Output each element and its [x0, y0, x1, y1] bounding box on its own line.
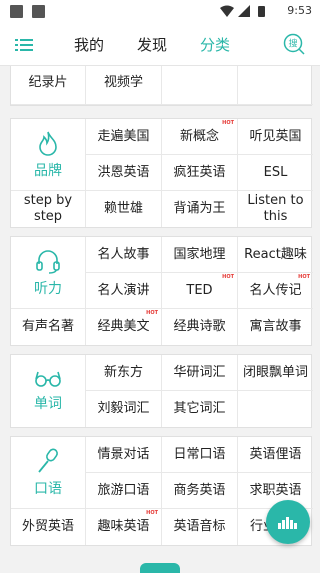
item-phonetics[interactable]: 英语音标 — [162, 509, 238, 545]
menu-icon[interactable] — [15, 37, 33, 53]
item-classic-prose[interactable]: 经典美文 HOT — [86, 309, 162, 345]
item-hear-britain[interactable]: 听见英国 — [238, 119, 313, 155]
notification-icon-2 — [32, 5, 45, 18]
microphone-icon — [38, 448, 58, 473]
item-biographies[interactable]: 名人传记 HOT — [238, 273, 313, 309]
wifi-icon — [220, 5, 234, 17]
item-empty — [162, 66, 238, 105]
item-liu-yi-vocab[interactable]: 刘毅词汇 — [86, 391, 162, 427]
tab-category[interactable]: 分类 — [200, 34, 230, 55]
item-esl[interactable]: ESL — [238, 155, 313, 191]
item-situational-dialogue[interactable]: 情景对话 — [86, 437, 162, 473]
tab-mine[interactable]: 我的 — [74, 34, 104, 55]
item-hongen-english[interactable]: 洪恩英语 — [86, 155, 162, 191]
headset-icon — [36, 249, 60, 274]
item-family-album-usa[interactable]: 走遍美国 — [86, 119, 162, 155]
item-eyes-closed-words[interactable]: 闭眼飘单词 — [238, 355, 313, 391]
item-new-oriental[interactable]: 新东方 — [86, 355, 162, 391]
status-icons — [220, 5, 265, 17]
item-classic-poetry[interactable]: 经典诗歌 — [162, 309, 238, 345]
item-new-concept[interactable]: 新概念 HOT — [162, 119, 238, 155]
item-step-by-step[interactable]: step by step — [11, 191, 86, 227]
status-bar: 9:53 — [0, 0, 320, 24]
search-button[interactable]: 搜 — [283, 33, 305, 55]
item-empty — [238, 66, 313, 105]
item-other-vocab[interactable]: 其它词汇 — [162, 391, 238, 427]
svg-text:搜: 搜 — [288, 38, 297, 50]
status-time: 9:53 — [287, 4, 312, 17]
item-listen-to-this[interactable]: Listen to this — [238, 191, 313, 227]
item-english-slang[interactable]: 英语俚语 — [238, 437, 313, 473]
item-travel-speaking[interactable]: 旅游口语 — [86, 473, 162, 509]
battery-icon — [258, 6, 265, 17]
tab-discover[interactable]: 发现 — [137, 34, 167, 55]
bottom-handle[interactable] — [140, 563, 180, 573]
item-documentary[interactable]: 纪录片HOT — [11, 66, 86, 105]
category-listening[interactable]: 听力 — [11, 237, 86, 309]
item-fables[interactable]: 寓言故事 — [238, 309, 313, 345]
item-empty — [238, 391, 313, 427]
section-video: 纪录片HOT 视频学HOT — [10, 66, 313, 106]
equalizer-icon — [278, 517, 297, 529]
item-recite-king[interactable]: 背诵为王 — [162, 191, 238, 227]
item-crazy-english[interactable]: 疯狂英语 — [162, 155, 238, 191]
section-brand: 品牌 走遍美国 新概念 HOT 听见英国 洪恩英语 疯狂英语 ESL step b… — [10, 118, 313, 228]
item-video-learning[interactable]: 视频学HOT — [86, 66, 162, 105]
flame-icon — [39, 131, 57, 156]
item-celebrity-speeches[interactable]: 名人演讲 — [86, 273, 162, 309]
item-react-fun[interactable]: React趣味 — [238, 237, 313, 273]
category-list: 纪录片HOT 视频学HOT 品牌 走遍美国 新概念HOT 听见英国 洪恩英语 疯… — [0, 66, 320, 570]
category-vocabulary[interactable]: 单词 — [11, 355, 86, 427]
signal-icon — [238, 5, 250, 17]
item-fun-english[interactable]: 趣味英语 HOT — [86, 509, 162, 545]
item-trade-english[interactable]: 外贸英语 — [11, 509, 86, 545]
section-vocabulary: 单词 新东方 华研词汇 闭眼飘单词 刘毅词汇 其它词汇 — [10, 354, 313, 428]
item-national-geographic[interactable]: 国家地理 — [162, 237, 238, 273]
top-nav: 我的 发现 分类 搜 — [0, 24, 320, 66]
item-lai-shixiong[interactable]: 赖世雄 — [86, 191, 162, 227]
item-daily-speaking[interactable]: 日常口语 — [162, 437, 238, 473]
item-celebrity-stories[interactable]: 名人故事 — [86, 237, 162, 273]
item-business-english[interactable]: 商务英语 — [162, 473, 238, 509]
category-brand[interactable]: 品牌 — [11, 119, 86, 191]
notification-icon — [10, 5, 23, 18]
item-huayan-vocab[interactable]: 华研词汇 — [162, 355, 238, 391]
item-audio-classics[interactable]: 有声名著 — [11, 309, 86, 345]
item-ted[interactable]: TED HOT — [162, 273, 238, 309]
glasses-icon — [35, 371, 61, 387]
search-icon: 搜 — [283, 33, 305, 55]
audio-player-button[interactable] — [266, 500, 310, 544]
section-listening: 听力 名人故事 国家地理 React趣味 名人演讲 TED HOT 名人传记 HOT… — [10, 236, 313, 346]
category-speaking[interactable]: 口语 — [11, 437, 86, 509]
